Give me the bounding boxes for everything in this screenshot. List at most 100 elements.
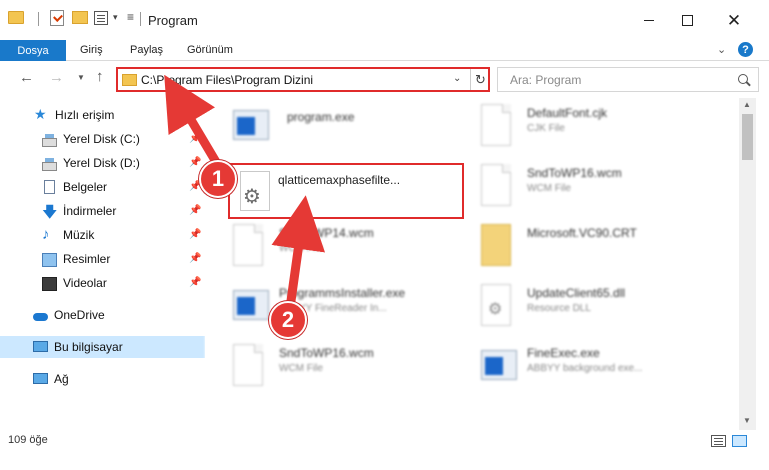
- annotation-badge-1: 1: [199, 160, 237, 198]
- file-name: ProgrammsInstaller.exe: [279, 286, 406, 300]
- file-type: WCM File: [527, 183, 571, 194]
- tab-file[interactable]: Dosya: [0, 40, 66, 61]
- file-name: program.exe: [287, 110, 355, 124]
- pin-icon[interactable]: 📌: [189, 133, 201, 144]
- file-item[interactable]: FineExec.exe ABBYY background exe...: [481, 342, 721, 398]
- tab-home[interactable]: Giriş: [80, 44, 103, 56]
- maximize-icon: [681, 14, 693, 26]
- sidebar-item-network[interactable]: Ağ: [0, 368, 205, 390]
- item-count: 109 öğe: [8, 434, 48, 446]
- search-placeholder: Ara: Program: [510, 73, 582, 87]
- sidebar-item-downloads[interactable]: 🡇 İndirmeler 📌: [0, 200, 205, 222]
- up-arrow-icon[interactable]: ↑: [96, 68, 104, 85]
- sidebar-item-this-pc[interactable]: Bu bilgisayar: [0, 336, 205, 358]
- help-icon[interactable]: ?: [738, 42, 753, 57]
- pictures-icon: [42, 253, 57, 267]
- address-bar[interactable]: C:\Program Files\Program Dizini ⌄ ↻: [116, 67, 490, 92]
- sidebar-item-label: Bu bilgisayar: [54, 340, 123, 354]
- close-icon: ✕: [726, 10, 742, 30]
- large-icons-view-icon[interactable]: [732, 435, 747, 447]
- sidebar-item-pictures[interactable]: Resimler 📌: [0, 248, 205, 270]
- new-folder-icon[interactable]: [72, 11, 88, 24]
- folder-icon[interactable]: [8, 11, 24, 24]
- document-icon: [44, 180, 55, 194]
- sidebar-item-label: Resimler: [63, 252, 111, 266]
- close-button[interactable]: ✕: [711, 0, 757, 40]
- dll-icon: [481, 284, 511, 326]
- sidebar-item-onedrive[interactable]: OneDrive: [0, 304, 205, 326]
- navigation-pane: ★ Hızlı erişim Yerel Disk (C:) 📌 Yerel D…: [0, 98, 205, 430]
- highlighted-file-item[interactable]: qlatticemaxphasefilte...: [228, 163, 464, 219]
- tab-share[interactable]: Paylaş: [130, 44, 163, 56]
- file-name: DefaultFont.cjk: [527, 106, 608, 120]
- sidebar-item-quick-access[interactable]: ★ Hızlı erişim: [0, 104, 205, 126]
- sidebar-item-label: Videolar: [63, 276, 107, 290]
- back-arrow-icon[interactable]: ←: [19, 69, 34, 86]
- sidebar-item-videos[interactable]: Videolar 📌: [0, 272, 205, 294]
- pin-icon[interactable]: 📌: [189, 277, 201, 288]
- search-icon: [738, 74, 748, 84]
- file-item[interactable]: SndToWP14.wcm WCM File: [233, 222, 473, 278]
- address-path[interactable]: C:\Program Files\Program Dizini: [141, 73, 313, 87]
- chevron-down-icon[interactable]: ▾: [113, 12, 118, 23]
- file-item[interactable]: Microsoft.VC90.CRT: [481, 222, 721, 278]
- scroll-thumb[interactable]: [742, 114, 753, 160]
- scroll-up-icon[interactable]: ▲: [743, 100, 751, 109]
- vertical-scrollbar[interactable]: ▲ ▼: [739, 98, 756, 430]
- pin-icon[interactable]: 📌: [189, 205, 201, 216]
- exe-icon: [481, 350, 517, 380]
- minimize-icon: [644, 19, 654, 21]
- file-item[interactable]: SndToWP16.wcm WCM File: [481, 162, 721, 218]
- file-type: WCM File: [279, 243, 323, 254]
- search-input[interactable]: Ara: Program: [497, 67, 759, 92]
- sidebar-item-label: Hızlı erişim: [55, 108, 115, 122]
- sidebar-item-label: İndirmeler: [63, 204, 117, 218]
- file-item[interactable]: SndToWP16.wcm WCM File: [233, 342, 473, 398]
- scroll-down-icon[interactable]: ▼: [743, 416, 751, 425]
- recent-locations-icon[interactable]: ▼: [77, 73, 85, 82]
- pin-icon[interactable]: 📌: [189, 157, 201, 168]
- download-icon: 🡇: [42, 204, 58, 221]
- tab-view[interactable]: Görünüm: [187, 44, 233, 56]
- customize-toolbar-icon[interactable]: ≡: [127, 10, 134, 24]
- exe-icon: [233, 290, 269, 320]
- forward-arrow-icon[interactable]: →: [49, 69, 64, 86]
- navigation-bar: ← → ▼ ↑ C:\Program Files\Program Dizini …: [0, 62, 769, 94]
- window-title: Program: [148, 13, 198, 28]
- document-icon: [233, 224, 263, 266]
- refresh-button[interactable]: ↻: [470, 69, 490, 90]
- file-item[interactable]: ProgrammsInstaller.exe ABBYY FineReader …: [233, 282, 473, 338]
- dll-icon: [240, 171, 270, 211]
- disk-icon: [42, 134, 57, 147]
- title-bar: ▾ ≡ Program ✕: [0, 0, 769, 40]
- expand-ribbon-icon[interactable]: ⌄: [717, 43, 726, 56]
- pin-icon[interactable]: 📌: [189, 229, 201, 240]
- annotation-badge-2: 2: [269, 301, 307, 339]
- sidebar-item-disk-d[interactable]: Yerel Disk (D:) 📌: [0, 152, 205, 174]
- cloud-icon: [33, 313, 48, 321]
- details-view-icon[interactable]: [711, 435, 726, 447]
- divider: [140, 12, 141, 26]
- chevron-down-icon[interactable]: ⌄: [453, 73, 461, 84]
- sidebar-item-music[interactable]: ♪ Müzik 📌: [0, 224, 205, 246]
- folder-icon: [481, 224, 511, 266]
- file-item[interactable]: DefaultFont.cjk CJK File: [481, 102, 721, 158]
- document-icon: [481, 164, 511, 206]
- rename-icon[interactable]: [94, 11, 108, 25]
- status-bar: 109 öğe: [0, 430, 769, 470]
- sidebar-item-disk-c[interactable]: Yerel Disk (C:) 📌: [0, 128, 205, 150]
- file-type: Resource DLL: [527, 303, 591, 314]
- file-item[interactable]: UpdateClient65.dll Resource DLL: [481, 282, 721, 338]
- file-name: SndToWP16.wcm: [279, 346, 374, 360]
- properties-check-icon[interactable]: [50, 10, 64, 26]
- file-type: ABBYY background exe...: [527, 363, 643, 374]
- file-list: program.exe DefaultFont.cjk CJK File Snd…: [205, 98, 739, 430]
- pin-icon[interactable]: 📌: [189, 253, 201, 264]
- sidebar-item-label: OneDrive: [54, 308, 105, 322]
- sidebar-item-label: Müzik: [63, 228, 95, 242]
- maximize-button[interactable]: [664, 0, 710, 40]
- file-item[interactable]: program.exe: [233, 102, 473, 158]
- videos-icon: [42, 277, 57, 291]
- sidebar-item-documents[interactable]: Belgeler 📌: [0, 176, 205, 198]
- star-icon: ★: [34, 106, 47, 122]
